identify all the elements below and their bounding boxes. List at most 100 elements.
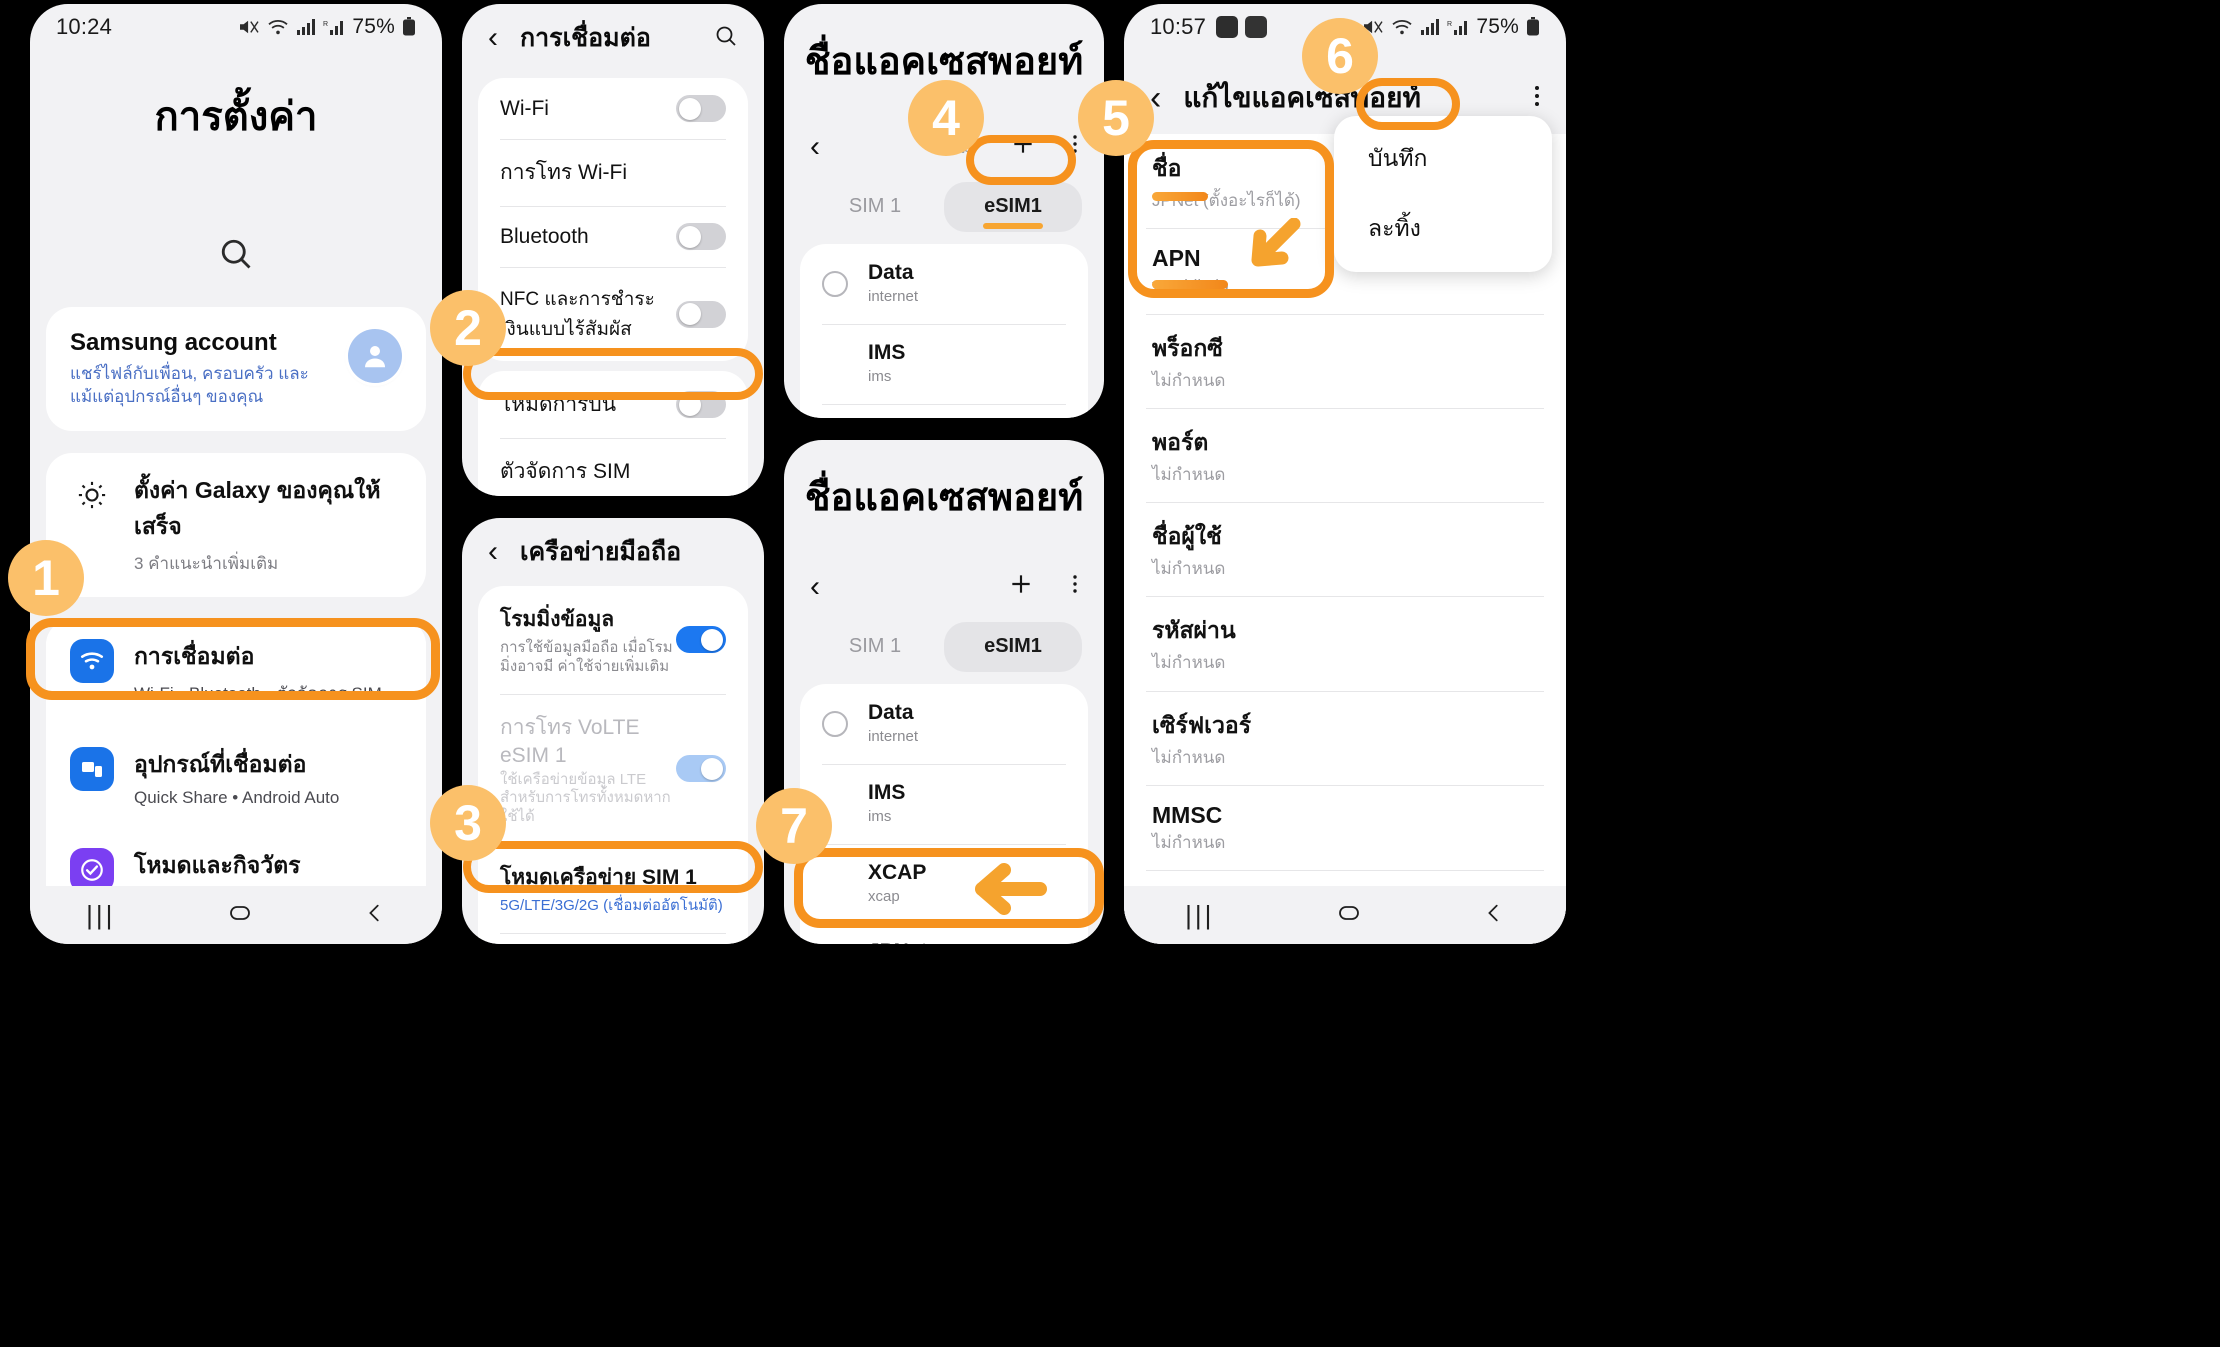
step-badge-5: 5 (1078, 80, 1154, 156)
battery-icon (402, 17, 416, 37)
page-title: ชื่อแอคเซสพอยท์ (804, 41, 1084, 83)
plus-icon[interactable] (1010, 131, 1036, 162)
apn-item-ims[interactable]: IMS ims (800, 763, 1088, 844)
apn-field-proxy[interactable]: พร็อกซี ไม่กำหนด (1124, 313, 1566, 408)
row-label: Bluetooth (500, 224, 589, 248)
app-bar: ‹ เครือข่ายมือถือ (462, 518, 764, 582)
samsung-account-card[interactable]: Samsung account แชร์ไฟล์กับเพื่อน, ครอบค… (46, 307, 426, 431)
connections-row-nfc[interactable]: NFC และการชำระเงินแบบไร้สัมผัส (478, 267, 748, 361)
connections-row-airplane[interactable]: โหมดการบิน (478, 371, 748, 438)
step-badge-2: 2 (430, 290, 506, 366)
apn-list: Data internet IMS ims XCAP xcap (800, 244, 1088, 418)
apn-item-data[interactable]: Data internet (800, 684, 1088, 764)
row-label: โหมดเครือข่าย SIM 1 (500, 865, 697, 889)
field-value: ไม่กำหนด (1152, 464, 1226, 484)
phone-panel-edit-apn: 10:57 R 75% ‹ แก้ไขแอคเซสพอยท์ ชื่อ JPNe… (1124, 4, 1566, 944)
tab-esim1[interactable]: eSIM1 (944, 182, 1082, 232)
apn-item-data[interactable]: Data internet (800, 244, 1088, 324)
mobile-row-network-mode-sim1[interactable]: โหมดเครือข่าย SIM 1 5G/LTE/3G/2G (เชื่อม… (478, 843, 748, 933)
settings-item-subtitle: Wi-Fi • Bluetooth • ตัวจัดการ SIM (134, 683, 382, 703)
row-sublabel: การใช้ข้อมูลมือถือ เมื่อโรมมิ่งอาจมี ค่า… (500, 639, 673, 675)
samsung-account-title: Samsung account (70, 329, 277, 356)
tab-label: SIM 1 (848, 635, 902, 657)
page-title: การตั้งค่า (154, 95, 318, 139)
tab-sim1[interactable]: SIM 1 (806, 182, 944, 232)
apn-field-port[interactable]: พอร์ต ไม่กำหนด (1124, 407, 1566, 502)
volte-toggle[interactable] (676, 755, 726, 783)
apn-radio[interactable] (822, 270, 848, 297)
nav-bar: ||| (1124, 886, 1566, 944)
plus-icon[interactable] (1008, 571, 1034, 602)
avatar[interactable] (348, 329, 402, 383)
field-label: ชื่อผู้ใช้ (1152, 523, 1222, 549)
bluetooth-toggle[interactable] (676, 223, 726, 250)
overflow-menu-icon[interactable] (1072, 572, 1078, 601)
page-title: แก้ไขแอคเซสพอยท์ (1183, 82, 1421, 113)
tab-label: SIM 1 (848, 195, 902, 217)
apn-name: XCAP (868, 860, 927, 884)
home-icon[interactable] (228, 901, 252, 930)
apn-field-password[interactable]: รหัสผ่าน ไม่กำหนด (1124, 596, 1566, 690)
tab-sim1[interactable]: SIM 1 (806, 622, 944, 672)
apn-field-username[interactable]: ชื่อผู้ใช้ ไม่กำหนด (1124, 502, 1566, 596)
data-roaming-toggle[interactable] (676, 626, 726, 654)
search-icon[interactable] (218, 236, 254, 277)
back-icon[interactable] (364, 902, 386, 929)
status-time: 10:24 (56, 14, 113, 39)
apn-value: xcap (868, 887, 900, 905)
overflow-menu-icon[interactable] (1534, 83, 1540, 114)
svg-text:R: R (323, 21, 328, 28)
connections-row-sim-manager[interactable]: ตัวจัดการ SIM (478, 438, 748, 496)
phone-panel-apn-list: ชื่อแอคเซสพอยท์ ‹ เพิ่ม SIM 1 eSIM1 Data… (784, 4, 1104, 418)
connections-row-wifi[interactable]: Wi-Fi (478, 78, 748, 139)
back-icon[interactable] (1483, 902, 1505, 929)
settings-item-galaxy-setup[interactable]: ตั้งค่า Galaxy ของคุณให้เสร็จ 3 คำแนะนำเ… (46, 452, 426, 597)
mobile-row-network-mode-esim1[interactable]: โหมดเครือข่าย eSIM 1 5G/LTE/3G/2G (เชื่อ… (478, 932, 748, 945)
apn-item-xcap[interactable]: XCAP xcap (800, 403, 1088, 419)
apn-item-jpnet[interactable]: JPNet vmobile.jp (800, 923, 1088, 944)
row-label: การโทร VoLTE eSIM 1 (500, 715, 640, 767)
apn-item-xcap[interactable]: XCAP xcap (800, 843, 1088, 924)
mobile-row-volte[interactable]: การโทร VoLTE eSIM 1 ใช้เครือข่ายข้อมูล L… (478, 693, 748, 844)
apn-name: Data (868, 701, 914, 724)
apn-field-server[interactable]: เซิร์ฟเวอร์ ไม่กำหนด (1124, 690, 1566, 785)
wifi-toggle[interactable] (676, 95, 726, 122)
recents-icon[interactable]: ||| (86, 900, 115, 931)
mute-icon (238, 18, 260, 36)
nfc-toggle[interactable] (676, 300, 726, 328)
apn-radio[interactable] (822, 710, 848, 737)
mobile-row-data-roaming[interactable]: โรมมิ่งข้อมูล การใช้ข้อมูลมือถือ เมื่อโร… (478, 586, 748, 694)
apn-name: IMS (868, 780, 906, 804)
page-title: เครือข่ายมือถือ (520, 538, 682, 566)
back-icon[interactable]: ‹ (488, 537, 498, 567)
settings-item-subtitle: Quick Share • Android Auto (134, 787, 340, 807)
settings-item-subtitle: 3 คำแนะนำเพิ่มเติม (134, 553, 279, 573)
signal-bars-icon (1420, 18, 1440, 36)
overflow-menu-icon[interactable] (1072, 132, 1078, 161)
apn-field-mmsc[interactable]: MMSC ไม่กำหนด (1124, 784, 1566, 870)
phone-panel-apn-list-selected: ชื่อแอคเซสพอยท์ ‹ SIM 1 eSIM1 Data inter… (784, 440, 1104, 944)
settings-item-connected-devices[interactable]: อุปกรณ์ที่เชื่อมต่อ Quick Share • Androi… (46, 726, 426, 828)
row-sublabel: ใช้เครือข่ายข้อมูล LTE สำหรับการโทรทั้งห… (500, 770, 671, 826)
app-bar: ‹ การเชื่อมต่อ (462, 4, 764, 68)
settings-item-connections[interactable]: การเชื่อมต่อ Wi-Fi • Bluetooth • ตัวจัดก… (46, 618, 426, 727)
tab-esim1[interactable]: eSIM1 (944, 622, 1082, 672)
person-icon (365, 346, 385, 368)
airplane-toggle[interactable] (676, 391, 726, 418)
menu-item-save[interactable]: บันทึก (1334, 124, 1552, 194)
back-icon[interactable]: ‹ (810, 131, 820, 162)
sim-tabs: SIM 1 eSIM1 (784, 172, 1104, 238)
recents-icon[interactable]: ||| (1185, 900, 1214, 931)
search-icon[interactable] (714, 24, 738, 53)
connections-row-bluetooth[interactable]: Bluetooth (478, 206, 748, 267)
menu-item-discard[interactable]: ละทิ้ง (1334, 194, 1552, 264)
step-badge-7: 7 (756, 788, 832, 864)
field-value: ไม่กำหนด (1152, 832, 1226, 852)
back-icon[interactable]: ‹ (810, 571, 820, 602)
step-badge-6: 6 (1302, 18, 1378, 94)
connections-row-wifi-calling[interactable]: การโทร Wi-Fi (478, 139, 748, 206)
apn-item-ims[interactable]: IMS ims (800, 323, 1088, 404)
row-label: การโทร Wi-Fi (500, 161, 627, 184)
back-icon[interactable]: ‹ (488, 23, 498, 53)
home-icon[interactable] (1337, 901, 1361, 930)
